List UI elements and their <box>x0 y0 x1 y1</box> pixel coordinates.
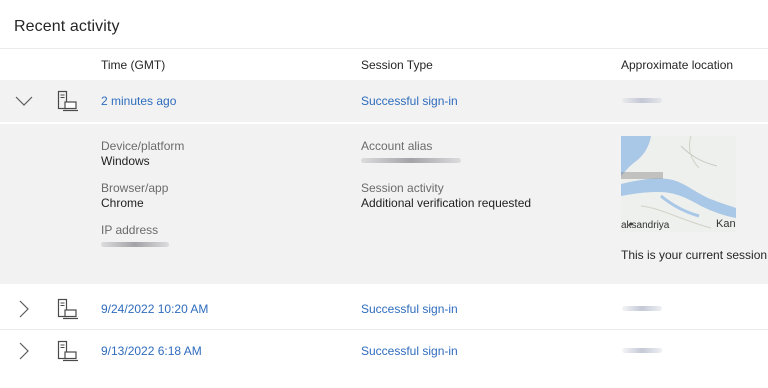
account-alias-label: Account alias <box>361 139 433 153</box>
row-session-type[interactable]: Successful sign-in <box>361 288 458 330</box>
current-session-note: This is your current session. <box>621 248 768 262</box>
row-time[interactable]: 9/13/2022 6:18 AM <box>101 330 202 372</box>
header-location: Approximate location <box>621 58 734 72</box>
ip-address-label: IP address <box>101 223 159 237</box>
session-details: Device/platform Windows Browser/app Chro… <box>0 122 768 284</box>
map-city-label: aksandriya <box>621 220 670 231</box>
map-city-label: Kan <box>716 218 736 230</box>
session-activity-label: Session activity <box>361 181 444 195</box>
device-platform-value: Windows <box>101 154 150 168</box>
chevron-right-icon[interactable] <box>15 300 33 318</box>
row-session-type[interactable]: Successful sign-in <box>361 330 458 372</box>
ip-address-value <box>101 242 169 247</box>
row-session-type[interactable]: Successful sign-in <box>361 80 458 122</box>
device-platform-label: Device/platform <box>101 139 185 153</box>
header-time: Time (GMT) <box>101 58 166 72</box>
page-title: Recent activity <box>14 18 120 35</box>
header-session-type: Session Type <box>361 58 433 72</box>
chevron-right-icon[interactable] <box>15 342 33 360</box>
location-value <box>622 348 662 353</box>
device-icon <box>57 298 78 320</box>
session-activity-value: Additional verification requested <box>361 196 532 210</box>
device-icon <box>57 340 78 362</box>
table-header: Time (GMT) Session Type Approximate loca… <box>0 48 768 81</box>
browser-app-value: Chrome <box>101 196 144 210</box>
chevron-down-icon[interactable] <box>15 92 33 110</box>
location-value <box>622 306 662 311</box>
table-row[interactable]: 9/13/2022 6:18 AM Successful sign-in <box>0 330 768 372</box>
device-icon <box>57 90 78 112</box>
account-alias-value <box>361 158 461 163</box>
location-map: aksandriya Kan <box>621 136 736 232</box>
table-row[interactable]: 9/24/2022 10:20 AM Successful sign-in <box>0 288 768 330</box>
table-row[interactable]: 2 minutes ago Successful sign-in <box>0 80 768 122</box>
row-time[interactable]: 9/24/2022 10:20 AM <box>101 288 208 330</box>
location-value <box>622 98 662 103</box>
browser-app-label: Browser/app <box>101 181 169 195</box>
row-time[interactable]: 2 minutes ago <box>101 80 176 122</box>
